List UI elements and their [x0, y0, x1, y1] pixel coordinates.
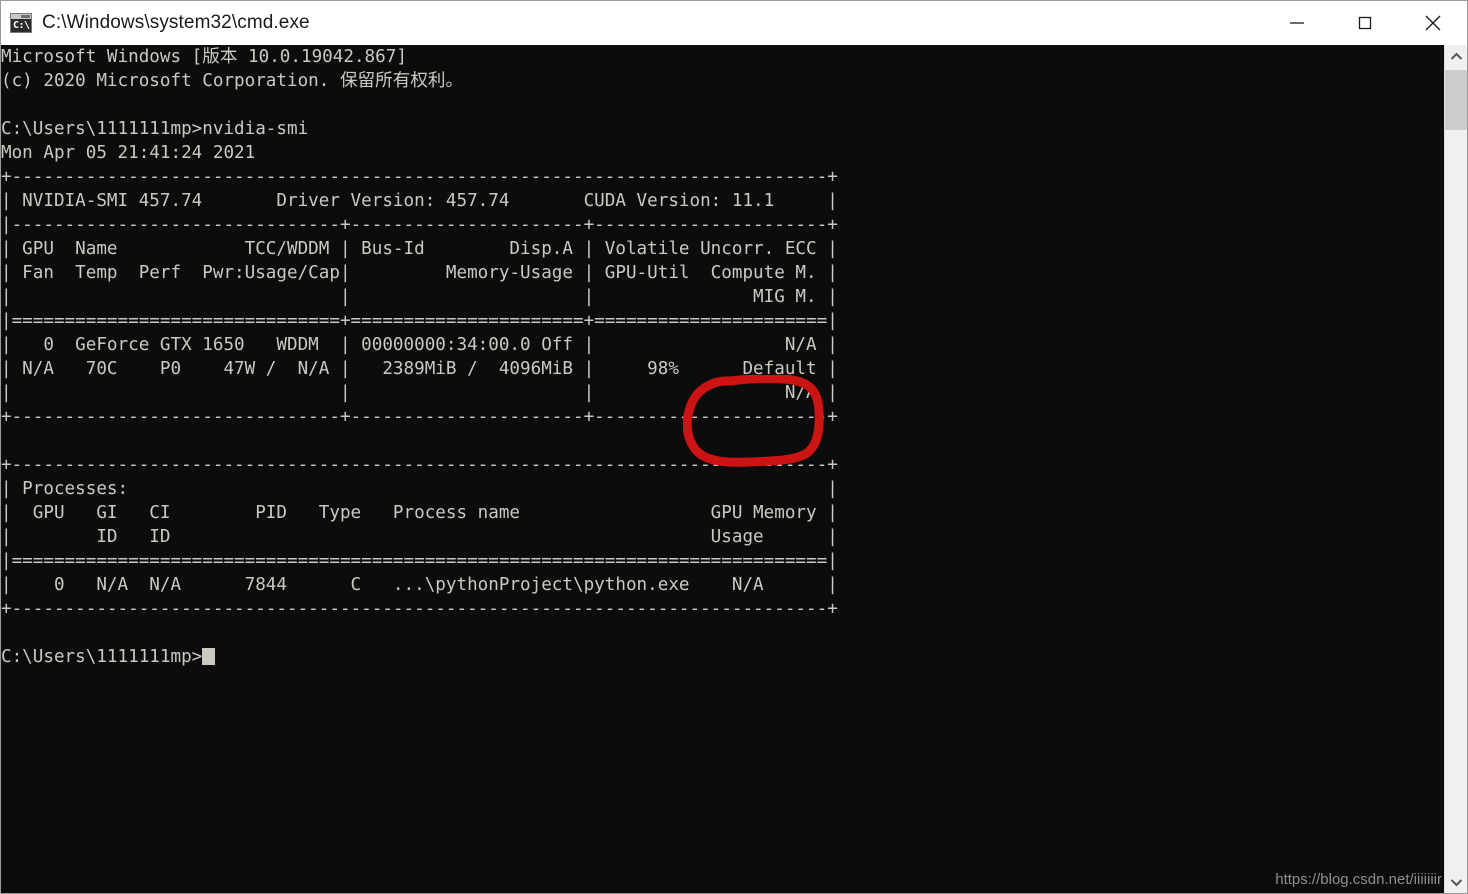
maximize-button[interactable]: [1331, 1, 1399, 45]
close-button[interactable]: [1399, 1, 1467, 45]
maximize-icon: [1358, 16, 1372, 30]
terminal-line: +-------------------------------+-------…: [1, 407, 838, 427]
terminal-line: |-------------------------------+-------…: [1, 215, 838, 235]
window-controls: [1263, 1, 1467, 45]
terminal-line: C:\Users\1111111mp>: [1, 645, 838, 669]
chevron-up-icon: [1450, 52, 1463, 60]
terminal-line: Microsoft Windows [版本 10.0.19042.867]: [1, 47, 407, 67]
terminal-line: | | | MIG M. |: [1, 287, 838, 307]
terminal-line: C:\Users\1111111mp>nvidia-smi: [1, 119, 309, 139]
vertical-scrollbar[interactable]: [1444, 45, 1467, 893]
scroll-down-button[interactable]: [1445, 871, 1467, 893]
terminal-line: (c) 2020 Microsoft Corporation. 保留所有权利。: [1, 71, 464, 91]
terminal-line: |===============================+=======…: [1, 311, 838, 331]
terminal-line: Mon Apr 05 21:41:24 2021: [1, 143, 256, 163]
terminal-line: +---------------------------------------…: [1, 167, 838, 187]
minimize-button[interactable]: [1263, 1, 1331, 45]
terminal-line: | 0 N/A N/A 7844 C ...\pythonProject\pyt…: [1, 575, 838, 595]
terminal-line: | | | N/A |: [1, 383, 838, 403]
terminal-line: | N/A 70C P0 47W / N/A | 2389MiB / 4096M…: [1, 359, 838, 379]
terminal-line: |=======================================…: [1, 551, 838, 571]
scrollbar-thumb[interactable]: [1445, 70, 1467, 130]
terminal-line: | NVIDIA-SMI 457.74 Driver Version: 457.…: [1, 191, 838, 211]
terminal-screen: Microsoft Windows [版本 10.0.19042.867] (c)…: [1, 45, 838, 669]
icon-prompt-glyph: C:\: [13, 20, 30, 31]
text-cursor: [202, 648, 216, 665]
terminal-line: | Fan Temp Perf Pwr:Usage/Cap| Memory-Us…: [1, 263, 838, 283]
terminal-line: +---------------------------------------…: [1, 599, 838, 619]
terminal-line: +---------------------------------------…: [1, 455, 838, 475]
cmd-window: C:\ C:\Windows\system32\cmd.exe Microsof…: [0, 0, 1468, 894]
terminal-line: | ID ID Usage |: [1, 527, 838, 547]
terminal-line: | GPU Name TCC/WDDM | Bus-Id Disp.A | Vo…: [1, 239, 838, 259]
minimize-icon: [1290, 22, 1304, 24]
terminal-line: | 0 GeForce GTX 1650 WDDM | 00000000:34:…: [1, 335, 838, 355]
window-title: C:\Windows\system32\cmd.exe: [42, 12, 310, 33]
cmd-console-icon: C:\: [10, 13, 32, 33]
blog-watermark: https://blog.csdn.net/iiiiiiir: [1275, 871, 1442, 888]
console-output-area[interactable]: Microsoft Windows [版本 10.0.19042.867] (c)…: [1, 45, 1444, 893]
close-icon: [1425, 15, 1441, 31]
title-bar[interactable]: C:\ C:\Windows\system32\cmd.exe: [1, 1, 1467, 45]
scroll-up-button[interactable]: [1445, 45, 1467, 68]
terminal-line: | GPU GI CI PID Type Process name GPU Me…: [1, 503, 838, 523]
chevron-down-icon: [1450, 879, 1463, 887]
terminal-line: | Processes: |: [1, 479, 838, 499]
